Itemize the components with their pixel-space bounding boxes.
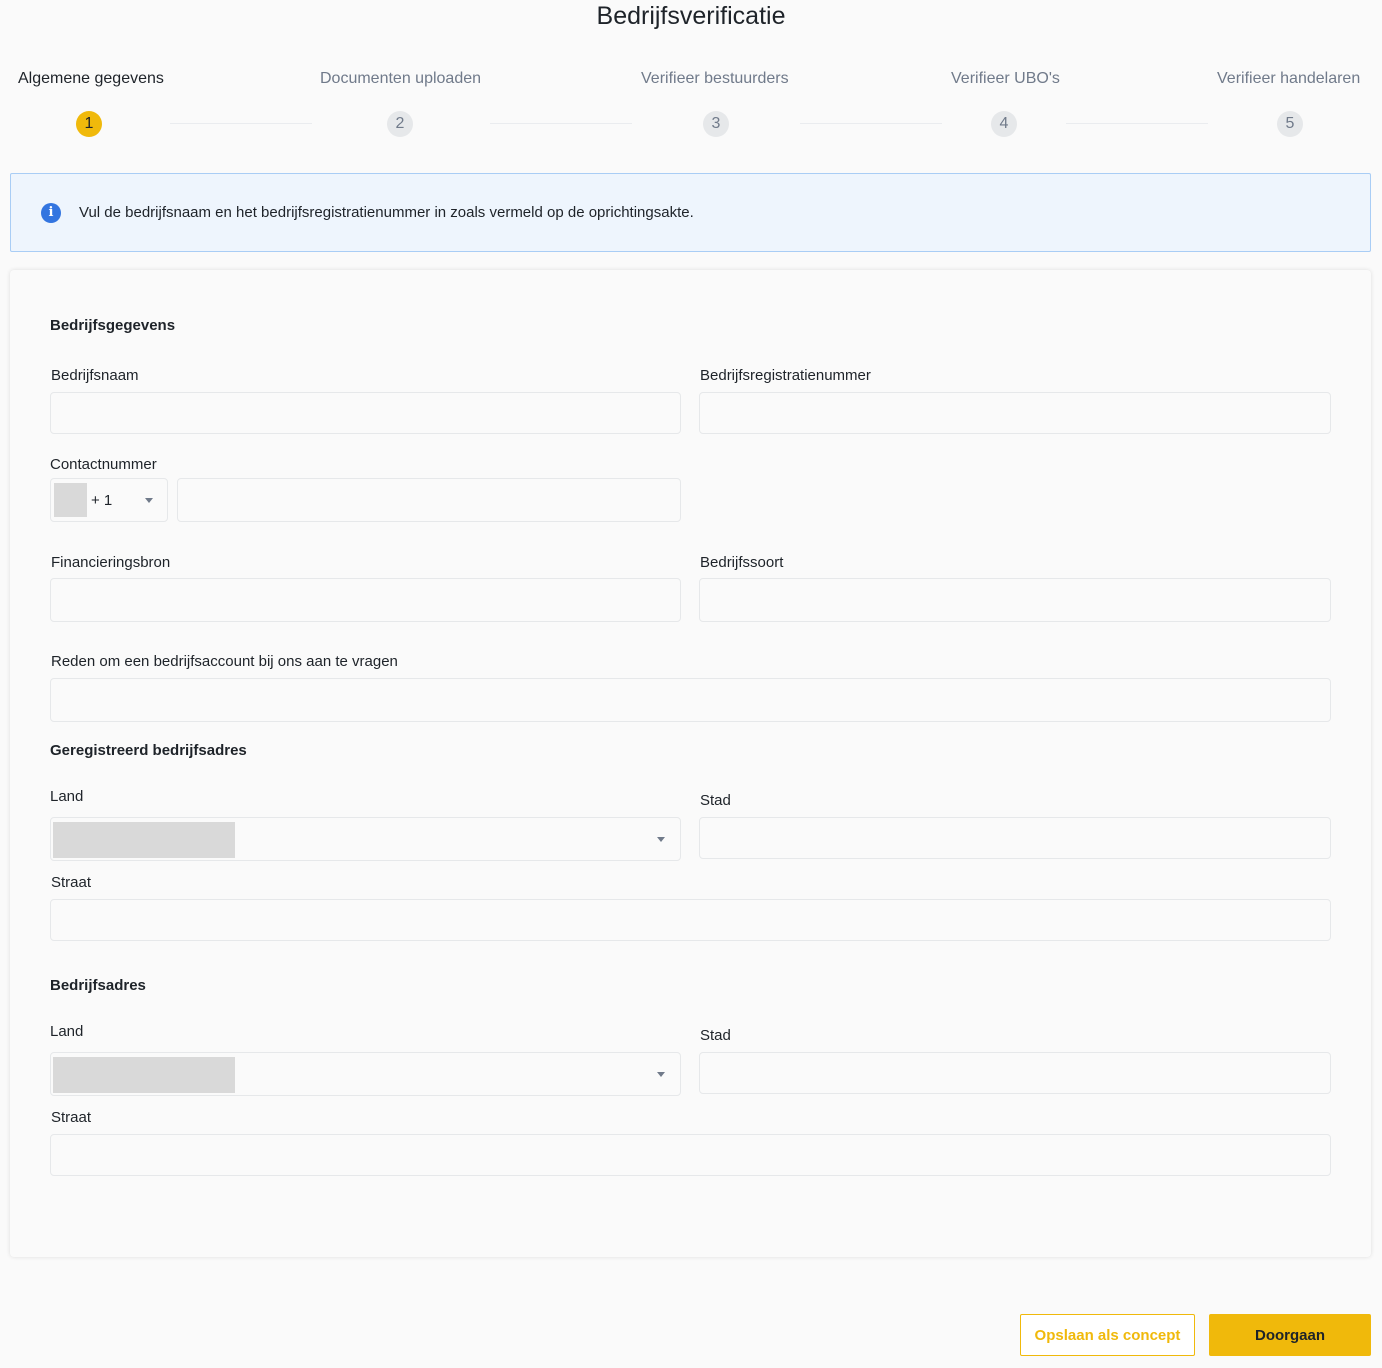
info-banner: i Vul de bedrijfsnaam en het bedrijfsreg… (10, 173, 1371, 252)
registered-city-input[interactable] (699, 817, 1331, 859)
step-label-4: Verifieer UBO's (951, 70, 1060, 87)
info-text: Vul de bedrijfsnaam en het bedrijfsregis… (79, 204, 694, 221)
registered-country-select[interactable] (50, 817, 681, 861)
business-street-input[interactable] (50, 1134, 1331, 1176)
reason-input[interactable] (50, 678, 1331, 722)
phone-code-value: + 1 (91, 491, 113, 509)
phone-number-input[interactable] (177, 478, 681, 522)
section-title-business-address: Bedrijfsadres (50, 977, 146, 994)
phone-country-code-select[interactable]: + 1 (50, 478, 168, 522)
business-city-label: Stad (700, 1027, 731, 1044)
step-label-2: Documenten uploaden (320, 70, 482, 87)
company-type-input[interactable] (699, 578, 1331, 622)
step-circle-2: 2 (387, 111, 413, 137)
business-country-label: Land (50, 1023, 84, 1040)
info-icon: i (41, 202, 61, 223)
registered-country-label: Land (50, 788, 84, 805)
contact-number-label: Contactnummer (50, 456, 157, 473)
funding-source-label: Financieringsbron (51, 554, 171, 571)
registration-number-input[interactable] (699, 392, 1331, 434)
step-circle-4: 4 (991, 111, 1017, 137)
company-type-label: Bedrijfssoort (700, 554, 784, 571)
chevron-down-icon (657, 1072, 665, 1077)
step-connector (1066, 123, 1208, 124)
step-circle-1: 1 (76, 111, 102, 137)
funding-source-input[interactable] (50, 578, 681, 622)
page-title: Bedrijfsverificatie (596, 2, 786, 30)
step-connector (800, 123, 942, 124)
country-flag-placeholder (53, 822, 235, 858)
step-label-1: Algemene gegevens (18, 70, 164, 87)
business-street-label: Straat (51, 1109, 92, 1126)
save-draft-button[interactable]: Opslaan als concept (1020, 1314, 1195, 1356)
continue-button[interactable]: Doorgaan (1209, 1314, 1371, 1356)
registration-number-label: Bedrijfsregistratienummer (700, 367, 871, 384)
company-name-label: Bedrijfsnaam (51, 367, 139, 384)
registered-street-input[interactable] (50, 899, 1331, 941)
step-circle-5: 5 (1277, 111, 1303, 137)
step-label-5: Verifieer handelaren (1217, 70, 1361, 87)
chevron-down-icon (657, 837, 665, 842)
company-name-input[interactable] (50, 392, 681, 434)
section-title-registered-address: Geregistreerd bedrijfsadres (50, 742, 247, 759)
business-city-input[interactable] (699, 1052, 1331, 1094)
step-circle-3: 3 (703, 111, 729, 137)
reason-label: Reden om een bedrijfsaccount bij ons aan… (51, 653, 398, 670)
step-connector (490, 123, 632, 124)
form-card: Bedrijfsgegevens Bedrijfsnaam Bedrijfsre… (10, 270, 1371, 1257)
chevron-down-icon (145, 498, 153, 503)
business-country-select[interactable] (50, 1052, 681, 1096)
registered-city-label: Stad (700, 792, 731, 809)
section-title-company: Bedrijfsgegevens (50, 317, 176, 334)
step-connector (170, 123, 312, 124)
country-flag-placeholder (53, 1057, 235, 1093)
registered-street-label: Straat (51, 874, 92, 891)
step-label-3: Verifieer bestuurders (641, 70, 789, 87)
flag-icon (54, 483, 87, 517)
